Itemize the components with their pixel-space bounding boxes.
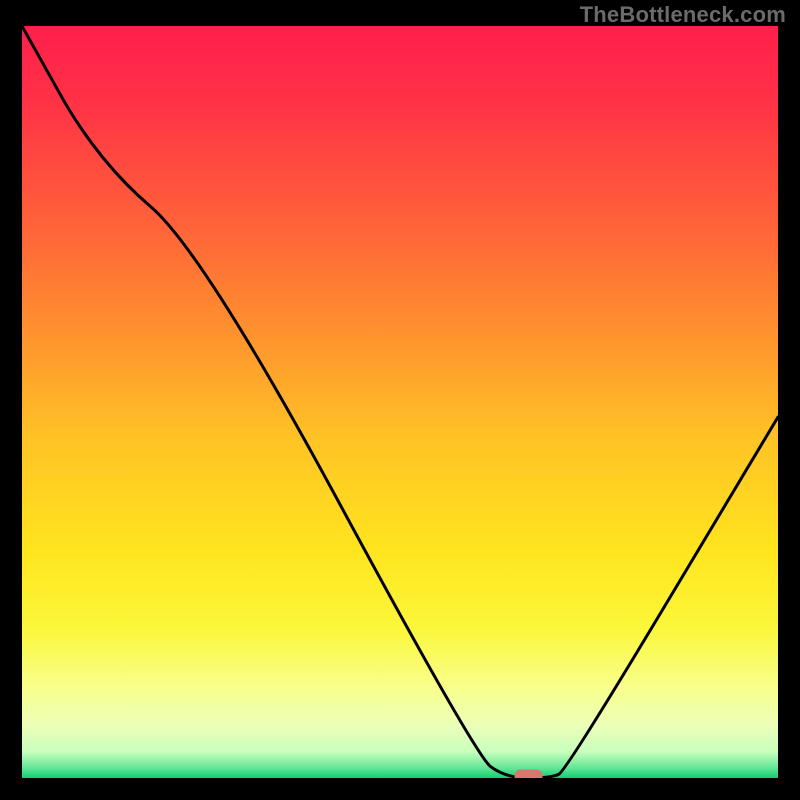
plot-area	[22, 26, 778, 778]
watermark-text: TheBottleneck.com	[580, 2, 786, 28]
bottleneck-chart	[22, 26, 778, 778]
heatmap-background	[22, 26, 778, 778]
optimal-marker	[515, 770, 543, 779]
chart-stage: TheBottleneck.com	[0, 0, 800, 800]
